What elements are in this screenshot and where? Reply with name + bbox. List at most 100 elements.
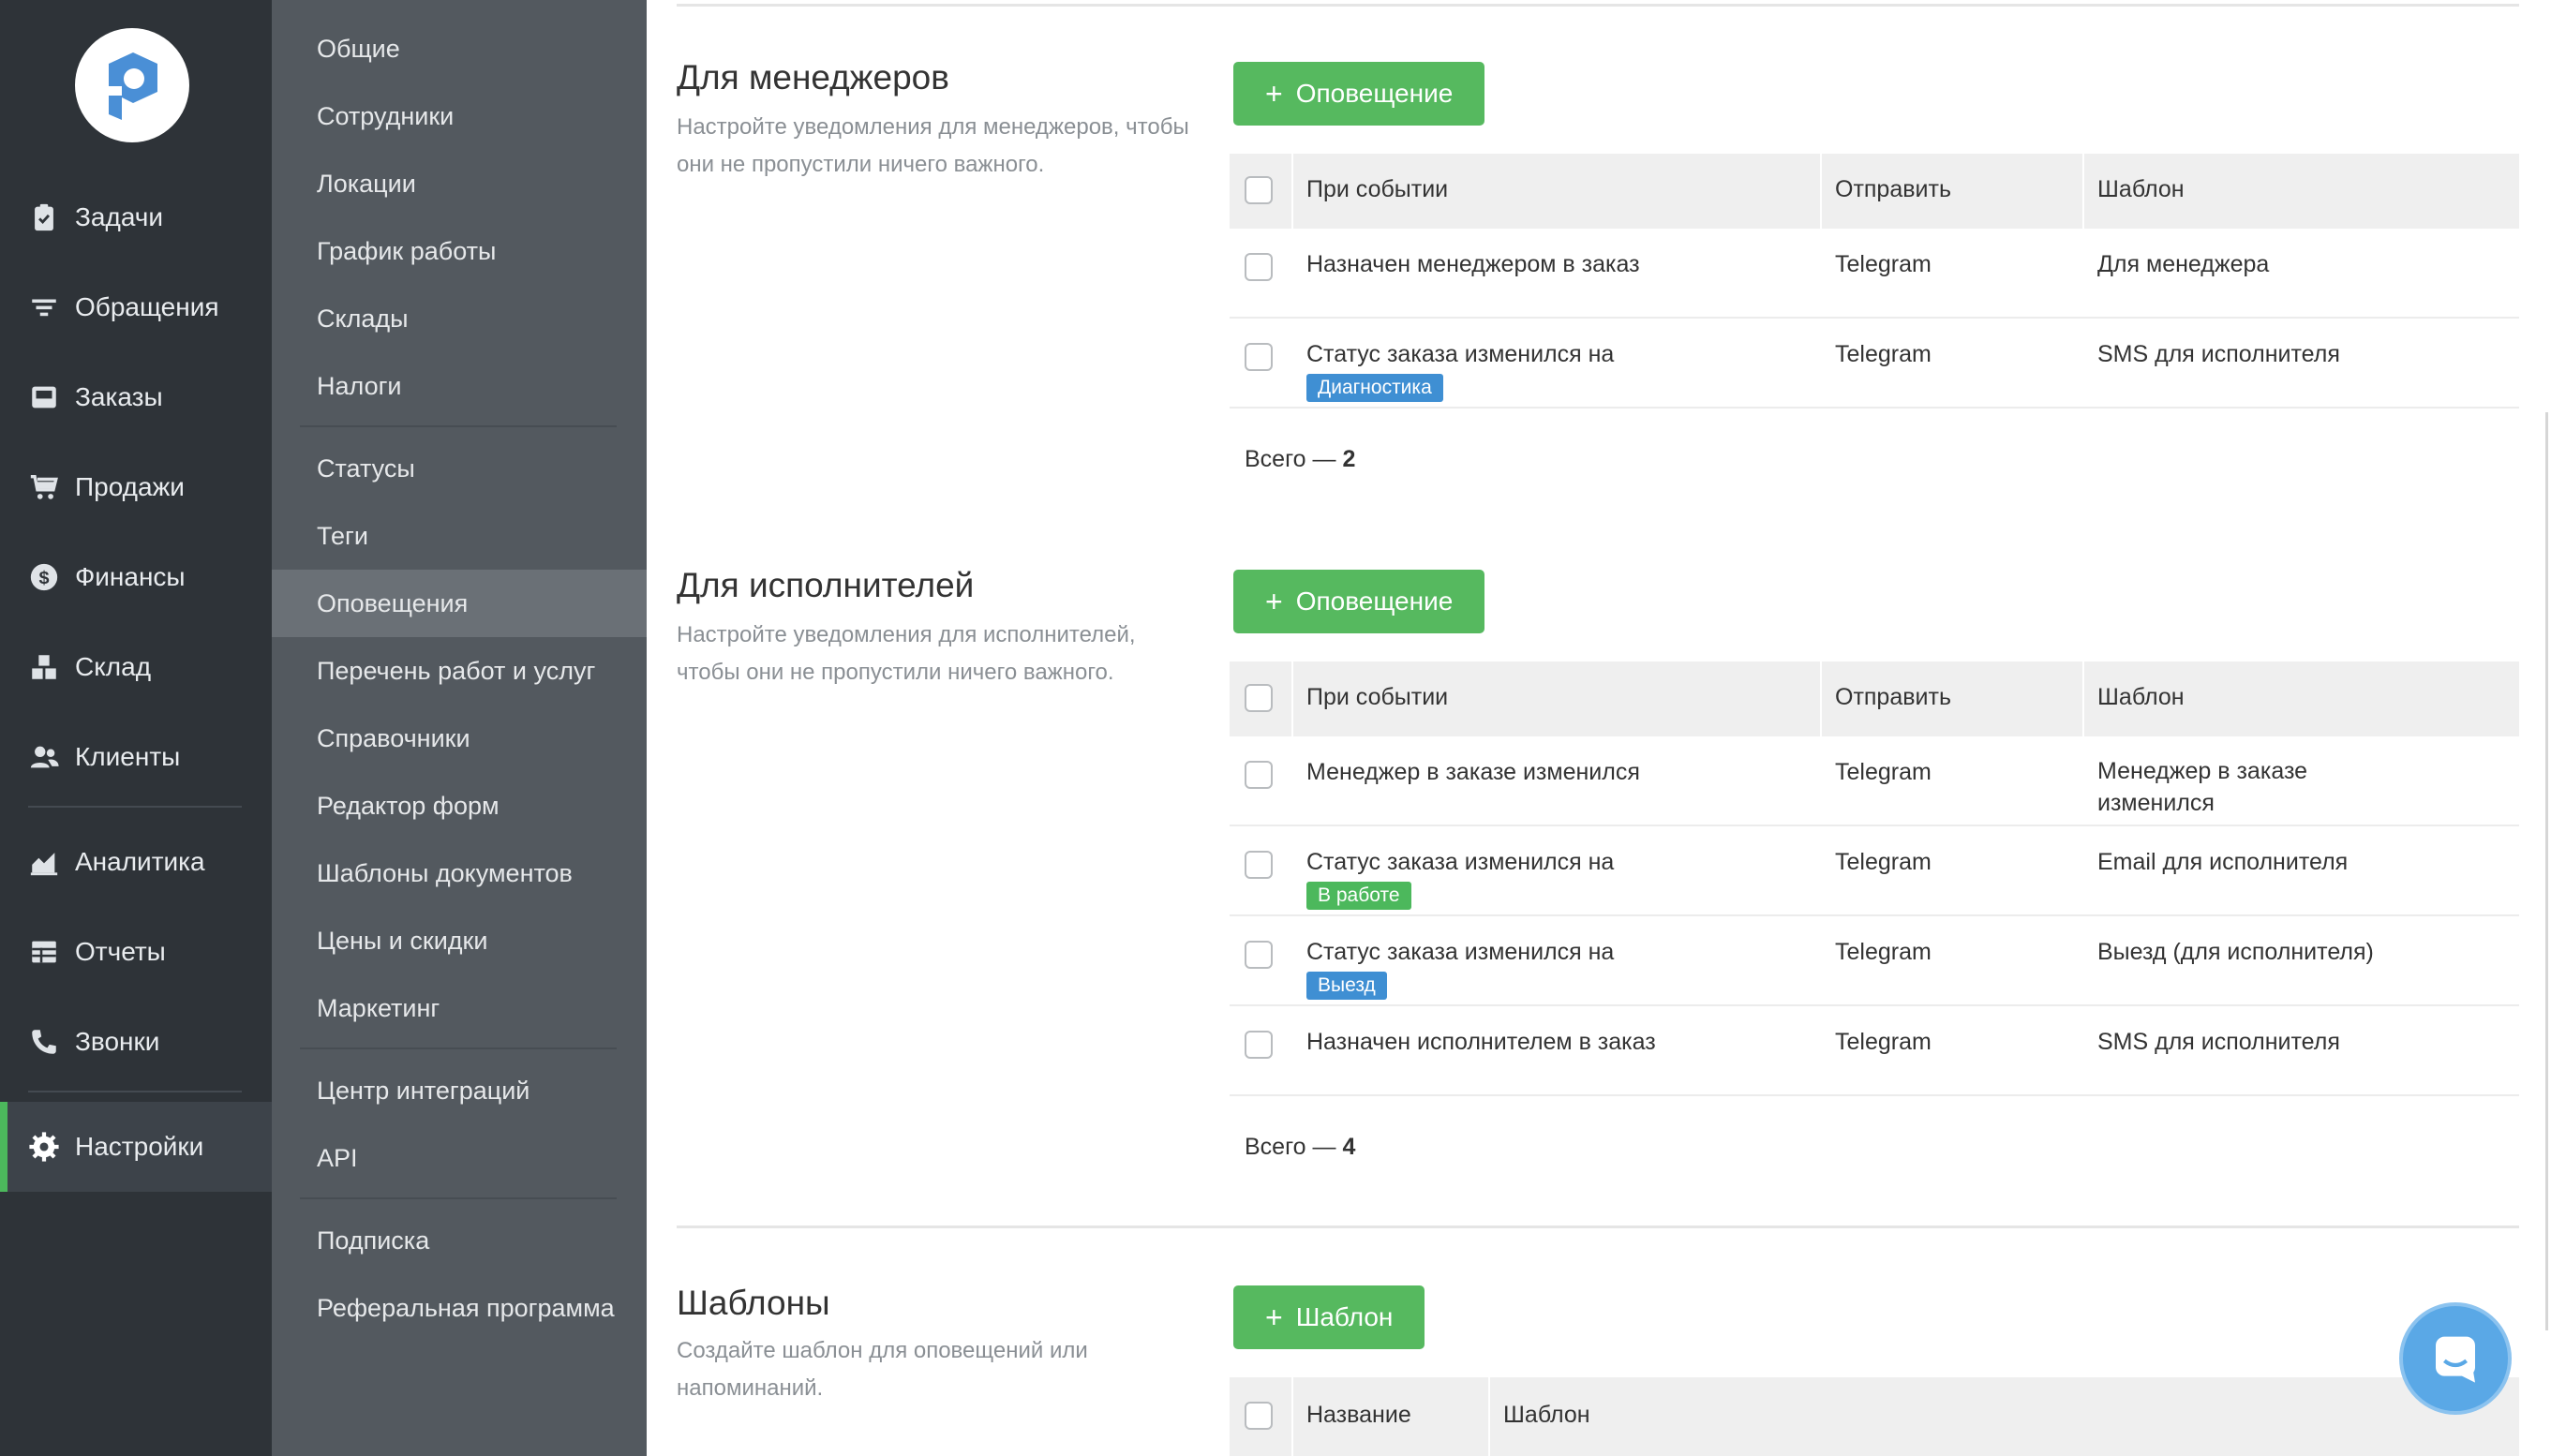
row-event: Назначен исполнителем в заказ	[1306, 1029, 1656, 1055]
submenu-tags[interactable]: Теги	[272, 502, 647, 570]
table-header: Название Шаблон	[1230, 1377, 2519, 1456]
inbox-icon	[28, 381, 60, 413]
submenu-taxes[interactable]: Налоги	[272, 352, 647, 420]
row-template[interactable]: SMS для исполнителя	[2097, 341, 2340, 368]
column-header-event[interactable]: При событии	[1306, 176, 1448, 203]
add-template-button[interactable]: + Шаблон	[1233, 1285, 1425, 1349]
clipboard-check-icon	[28, 201, 60, 233]
table-row[interactable]: Статус заказа изменился на Выезд Telegra…	[1230, 916, 2519, 1006]
column-divider	[1291, 1377, 1293, 1456]
add-manager-notification-button[interactable]: + Оповещение	[1233, 62, 1485, 126]
row-template[interactable]: Выезд (для исполнителя)	[2097, 939, 2374, 966]
submenu-prices[interactable]: Цены и скидки	[272, 907, 647, 974]
column-header-template[interactable]: Шаблон	[2097, 176, 2185, 203]
select-all-checkbox[interactable]	[1245, 684, 1273, 712]
submenu-schedule[interactable]: График работы	[272, 217, 647, 285]
submenu-directories[interactable]: Справочники	[272, 705, 647, 772]
row-template[interactable]: Для менеджера	[2097, 251, 2269, 278]
executors-desc-line: чтобы они не пропустили ничего важного.	[677, 660, 1114, 685]
managers-total: Всего — 2	[1245, 446, 1355, 473]
table-row[interactable]: Статус заказа изменился на Диагностика T…	[1230, 319, 2519, 409]
row-template[interactable]: Менеджер в заказе изменился	[2097, 755, 2307, 819]
nav-calls-label: Звонки	[75, 1027, 160, 1056]
submenu-notifications[interactable]: Оповещения	[272, 570, 647, 637]
table-row[interactable]: Назначен исполнителем в заказ Telegram S…	[1230, 1006, 2519, 1096]
column-header-event[interactable]: При событии	[1306, 684, 1448, 711]
templates-table: Название Шаблон	[1230, 1377, 2519, 1456]
row-checkbox[interactable]	[1245, 851, 1273, 879]
table-row[interactable]: Статус заказа изменился на В работе Tele…	[1230, 826, 2519, 916]
nav-clients[interactable]: Клиенты	[0, 712, 272, 802]
row-checkbox[interactable]	[1245, 941, 1273, 969]
column-header-name[interactable]: Название	[1306, 1402, 1411, 1429]
nav-sales-label: Продажи	[75, 472, 185, 501]
add-executor-notification-button[interactable]: + Оповещение	[1233, 570, 1485, 633]
submenu-doc-templates[interactable]: Шаблоны документов	[272, 839, 647, 907]
submenu-employees[interactable]: Сотрудники	[272, 82, 647, 150]
templates-title: Шаблоны	[677, 1284, 830, 1322]
row-template[interactable]: Email для исполнителя	[2097, 849, 2348, 876]
nav-calls[interactable]: Звонки	[0, 997, 272, 1087]
nav-analytics[interactable]: Аналитика	[0, 817, 272, 907]
submenu-form-editor[interactable]: Редактор форм	[272, 772, 647, 839]
nav-orders[interactable]: Заказы	[0, 352, 272, 442]
row-checkbox[interactable]	[1245, 253, 1273, 281]
submenu-integrations[interactable]: Центр интеграций	[272, 1057, 647, 1124]
plus-icon: +	[1265, 77, 1283, 111]
select-all-checkbox[interactable]	[1245, 176, 1273, 204]
managers-title: Для менеджеров	[677, 58, 949, 97]
nav-settings[interactable]: Настройки	[0, 1102, 272, 1192]
executors-total: Всего — 4	[1245, 1134, 1355, 1161]
section-divider	[677, 4, 2519, 7]
row-send: Telegram	[1835, 939, 1932, 965]
submenu-warehouses[interactable]: Склады	[272, 285, 647, 352]
scrollbar[interactable]	[2545, 412, 2548, 1330]
app-logo[interactable]	[75, 28, 189, 142]
status-badge: В работе	[1306, 882, 1411, 910]
submenu-api[interactable]: API	[272, 1124, 647, 1192]
area-chart-icon	[28, 846, 60, 878]
submenu-referral[interactable]: Реферальная программа	[272, 1274, 647, 1342]
table-row[interactable]: Менеджер в заказе изменился Telegram Мен…	[1230, 736, 2519, 826]
row-checkbox[interactable]	[1245, 1031, 1273, 1059]
add-template-label: Шаблон	[1295, 1302, 1394, 1331]
nav-reports[interactable]: Отчеты	[0, 907, 272, 997]
chat-widget-button[interactable]	[2399, 1302, 2512, 1415]
nav-requests[interactable]: Обращения	[0, 262, 272, 352]
row-event: Статус заказа изменился на Выезд	[1306, 939, 1614, 1000]
gear-icon	[28, 1131, 60, 1163]
column-header-template[interactable]: Шаблон	[2097, 684, 2185, 711]
select-all-checkbox[interactable]	[1245, 1402, 1273, 1430]
section-divider	[677, 1226, 2519, 1228]
row-checkbox[interactable]	[1245, 761, 1273, 789]
executors-table: При событии Отправить Шаблон Менеджер в …	[1230, 661, 2519, 1177]
executors-desc-line: Настройте уведомления для исполнителей,	[677, 622, 1136, 647]
submenu-general[interactable]: Общие	[272, 15, 647, 82]
submenu-marketing[interactable]: Маркетинг	[272, 974, 647, 1042]
add-notification-label: Оповещение	[1295, 79, 1454, 108]
column-header-send[interactable]: Отправить	[1835, 684, 1951, 711]
add-notification-label: Оповещение	[1295, 587, 1454, 616]
column-header-template[interactable]: Шаблон	[1503, 1402, 1590, 1429]
row-send: Telegram	[1835, 1029, 1932, 1055]
row-checkbox[interactable]	[1245, 343, 1273, 371]
nav-finance[interactable]: $ Финансы	[0, 532, 272, 622]
row-template[interactable]: SMS для исполнителя	[2097, 1029, 2340, 1056]
nav-reports-label: Отчеты	[75, 937, 166, 966]
submenu-locations[interactable]: Локации	[272, 150, 647, 217]
nav-orders-label: Заказы	[75, 382, 163, 411]
total-label: Всего —	[1245, 446, 1336, 472]
submenu-subscription[interactable]: Подписка	[272, 1207, 647, 1274]
nav-analytics-label: Аналитика	[75, 847, 205, 876]
submenu-services[interactable]: Перечень работ и услуг	[272, 637, 647, 705]
submenu-statuses[interactable]: Статусы	[272, 435, 647, 502]
managers-description: Настройте уведомления для менеджеров, чт…	[677, 109, 1220, 184]
submenu-divider	[300, 1197, 617, 1199]
nav-sales[interactable]: Продажи	[0, 442, 272, 532]
submenu-divider	[300, 425, 617, 427]
executors-title: Для исполнителей	[677, 566, 975, 604]
nav-tasks[interactable]: Задачи	[0, 172, 272, 262]
column-header-send[interactable]: Отправить	[1835, 176, 1951, 203]
nav-warehouse[interactable]: Склад	[0, 622, 272, 712]
table-row[interactable]: Назначен менеджером в заказ Telegram Для…	[1230, 229, 2519, 319]
